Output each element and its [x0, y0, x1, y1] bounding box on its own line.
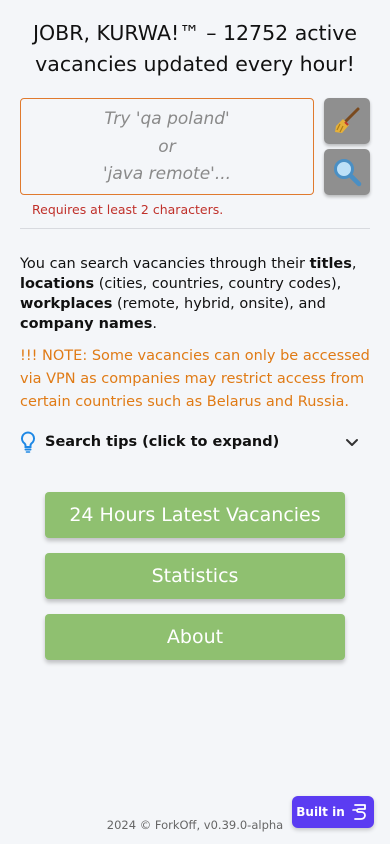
- search-input[interactable]: Try 'qa poland' or 'java remote'...: [20, 98, 314, 195]
- clear-button[interactable]: [324, 98, 370, 144]
- magnifier-icon: [334, 159, 362, 187]
- latest-vacancies-button[interactable]: 24 Hours Latest Vacancies: [45, 492, 345, 538]
- search-placeholder: Try 'qa poland' or 'java remote'...: [102, 109, 232, 184]
- built-in-label: Built in: [296, 805, 345, 819]
- broom-icon: [335, 107, 360, 133]
- vpn-note: !!! NOTE: Some vacancies can only be acc…: [20, 348, 370, 410]
- search-description: You can search vacancies through their t…: [20, 256, 357, 332]
- search-button[interactable]: [324, 149, 370, 195]
- divider: [20, 228, 370, 229]
- page-title: JOBR, KURWA!™ – 12752 active vacancies u…: [32, 21, 358, 76]
- about-button[interactable]: About: [45, 614, 345, 660]
- search-tips-toggle[interactable]: Search tips (click to expand): [20, 430, 370, 454]
- chevron-down-icon: [346, 439, 358, 446]
- validation-error: Requires at least 2 characters.: [32, 202, 224, 217]
- built-in-badge[interactable]: Built in: [292, 796, 374, 828]
- statistics-button[interactable]: Statistics: [45, 553, 345, 599]
- streamlit-logo-icon: [351, 804, 366, 820]
- lightbulb-icon: [21, 431, 35, 453]
- search-tips-label: Search tips (click to expand): [45, 434, 280, 450]
